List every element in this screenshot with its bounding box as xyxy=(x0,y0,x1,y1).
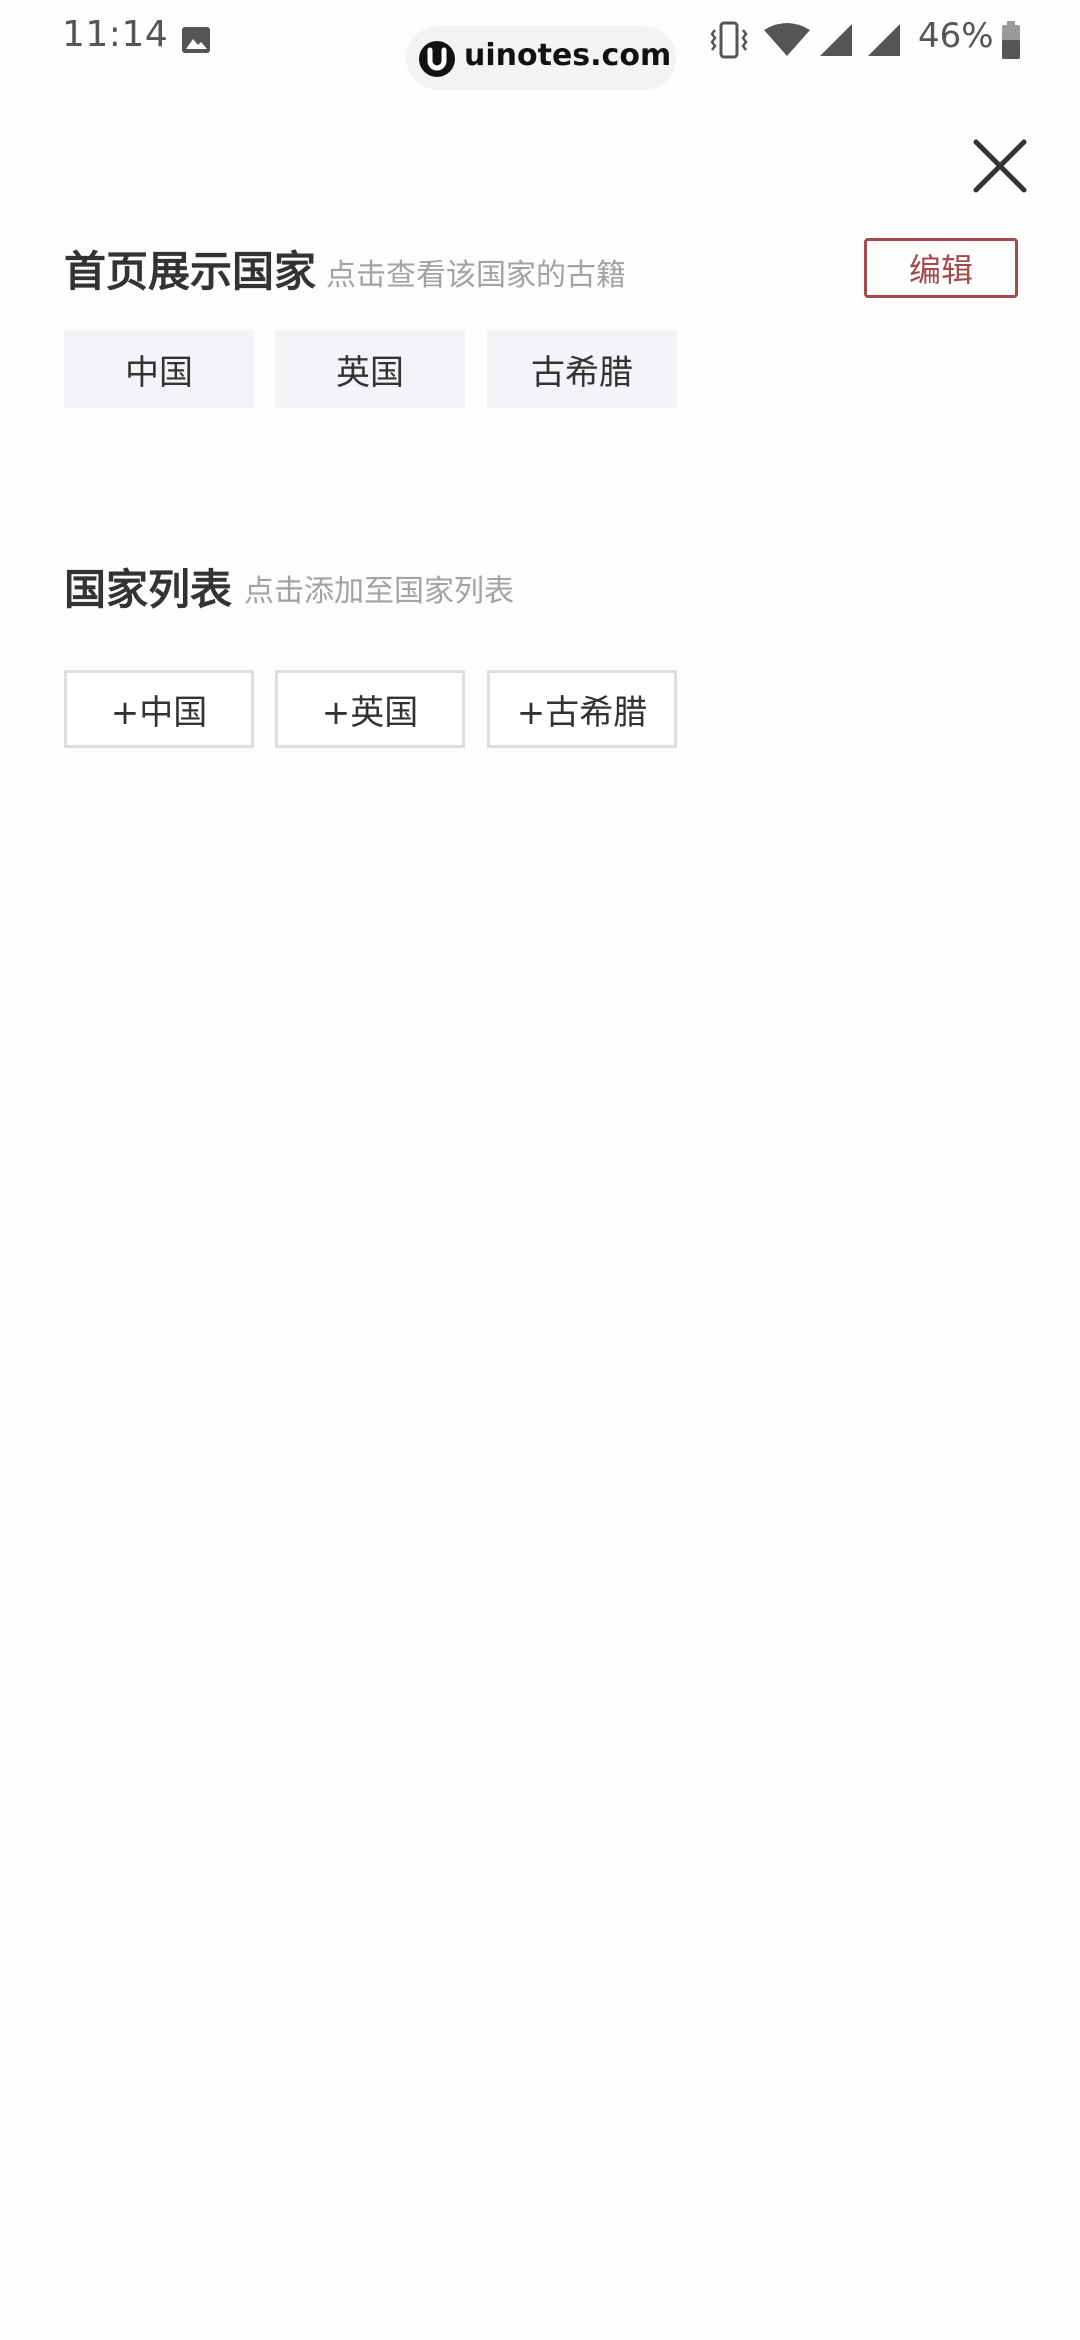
add-country-chip[interactable]: +古希腊 xyxy=(487,670,677,748)
add-country-chip[interactable]: +英国 xyxy=(275,670,465,748)
gallery-icon xyxy=(180,24,212,56)
status-bar: 11:14 uinotes.com 46% xyxy=(0,0,1080,90)
close-icon xyxy=(973,139,1027,193)
home-countries-hint: 点击查看该国家的古籍 xyxy=(326,258,626,293)
battery-icon xyxy=(1000,20,1022,60)
home-countries-title: 首页展示国家 xyxy=(64,247,317,296)
status-time: 11:14 xyxy=(62,14,169,55)
signal-icon xyxy=(818,22,854,58)
wifi-icon xyxy=(762,22,812,58)
country-list-hint: 点击添加至国家列表 xyxy=(244,574,514,609)
close-button[interactable] xyxy=(970,136,1030,196)
uinotes-logo-icon xyxy=(418,40,456,78)
edit-button[interactable]: 编辑 xyxy=(864,238,1018,298)
home-country-chip[interactable]: 英国 xyxy=(275,330,465,408)
battery-percent: 46% xyxy=(918,16,994,56)
vibrate-icon xyxy=(708,20,750,60)
home-country-chip[interactable]: 古希腊 xyxy=(487,330,677,408)
country-list-title: 国家列表 xyxy=(64,565,233,614)
watermark-text: uinotes.com xyxy=(464,38,672,73)
home-country-chip[interactable]: 中国 xyxy=(64,330,254,408)
add-country-chip[interactable]: +中国 xyxy=(64,670,254,748)
watermark-badge: uinotes.com xyxy=(406,26,676,90)
signal-icon xyxy=(866,22,902,58)
